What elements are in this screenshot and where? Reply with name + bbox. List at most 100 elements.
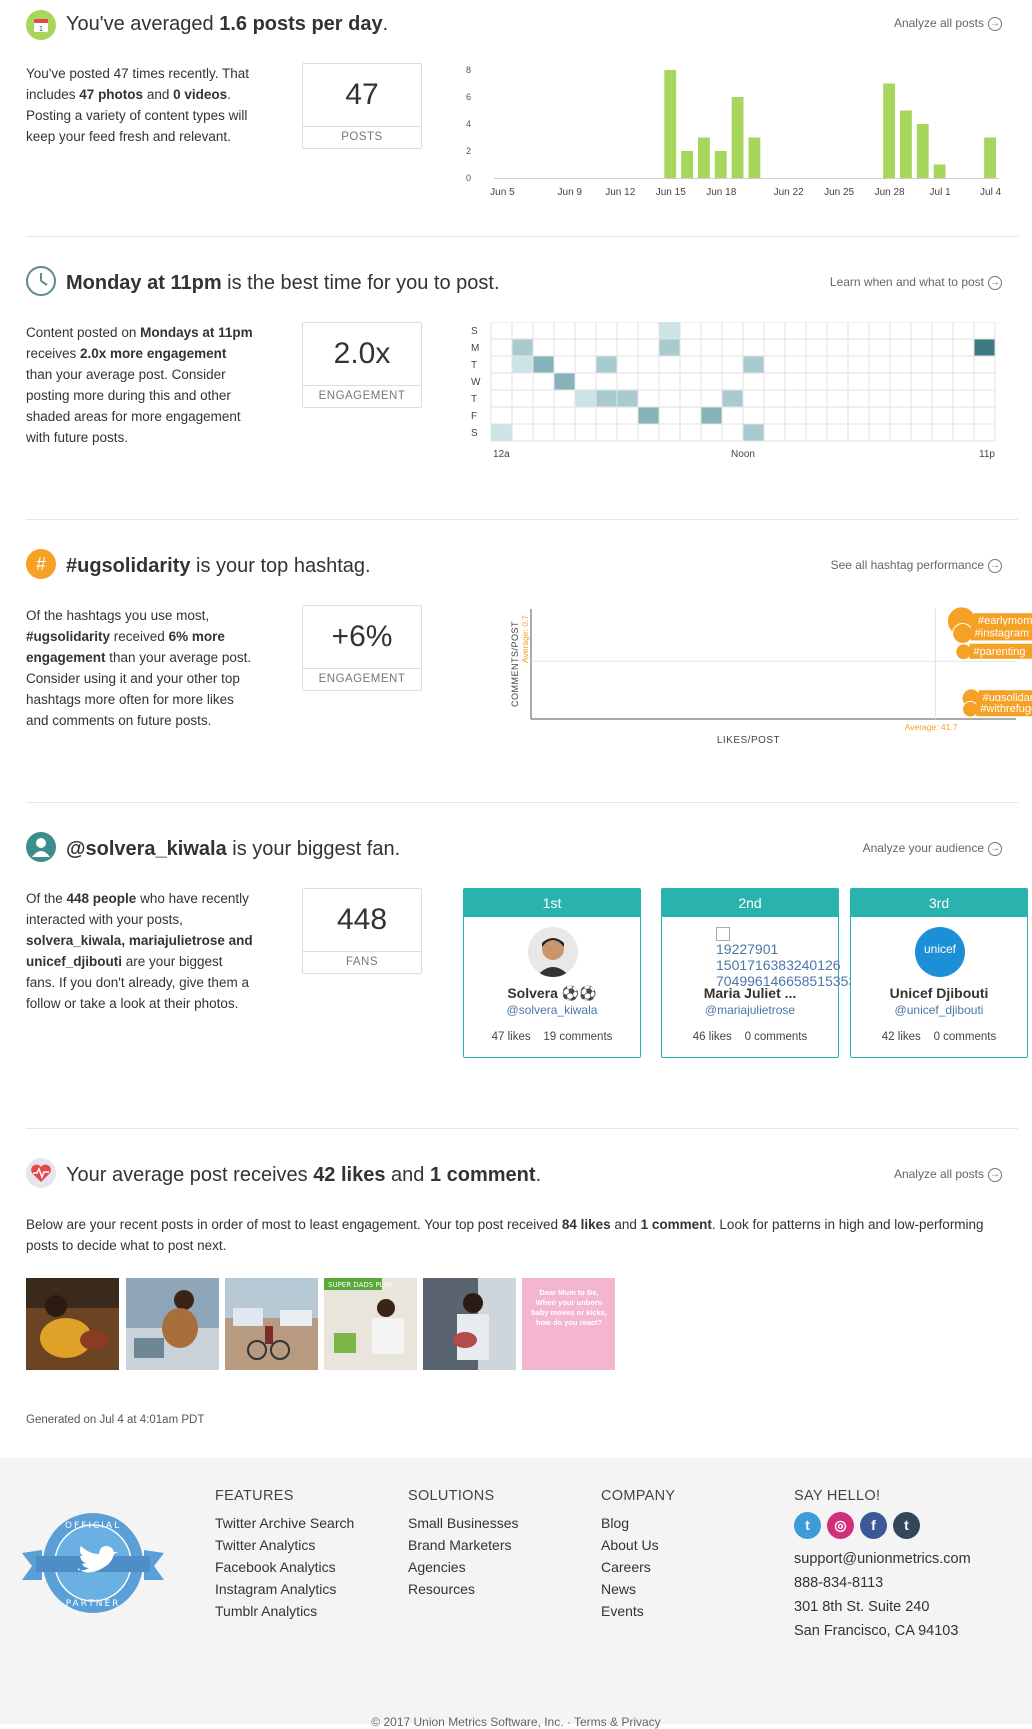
- heatmap-cell[interactable]: [847, 338, 870, 357]
- heatmap-cell[interactable]: [805, 389, 828, 408]
- footer-solutions-link-agencies[interactable]: Agencies: [408, 1556, 519, 1578]
- heatmap-cell[interactable]: [784, 423, 807, 442]
- heatmap-cell[interactable]: [553, 322, 576, 340]
- heatmap-cell[interactable]: [868, 406, 891, 425]
- hashtag-bubble[interactable]: [962, 700, 979, 718]
- heatmap-cell[interactable]: [574, 338, 597, 357]
- footer-company-link-blog[interactable]: Blog: [601, 1512, 675, 1534]
- heatmap-cell[interactable]: [931, 406, 954, 425]
- heatmap-cell[interactable]: [763, 355, 786, 374]
- heatmap-cell[interactable]: [595, 338, 618, 357]
- analyze-audience-link[interactable]: Analyze your audience →: [863, 841, 1002, 856]
- heatmap-cell[interactable]: [700, 389, 723, 408]
- instagram-icon[interactable]: ◎: [827, 1512, 854, 1539]
- heatmap-cell[interactable]: [910, 322, 933, 340]
- legal-text[interactable]: © 2017 Union Metrics Software, Inc. · Te…: [0, 1715, 1032, 1729]
- fan-handle[interactable]: @mariajulietrose: [662, 1003, 838, 1017]
- heatmap-cell[interactable]: [742, 423, 765, 442]
- heatmap-cell[interactable]: [889, 372, 912, 391]
- heatmap-cell[interactable]: [805, 322, 828, 340]
- heatmap-cell[interactable]: [805, 406, 828, 425]
- footer-features-link-twitter-analytics[interactable]: Twitter Analytics: [215, 1534, 354, 1556]
- heatmap-cell[interactable]: [637, 338, 660, 357]
- heatmap-cell[interactable]: [721, 355, 744, 374]
- heatmap-cell[interactable]: [847, 322, 870, 340]
- heatmap-cell[interactable]: [952, 322, 975, 340]
- heatmap-cell[interactable]: [931, 322, 954, 340]
- heatmap-cell[interactable]: [847, 423, 870, 442]
- post-thumbnail[interactable]: [423, 1278, 516, 1370]
- learn-when-link[interactable]: Learn when and what to post →: [830, 275, 1002, 290]
- heatmap-cell[interactable]: [910, 338, 933, 357]
- heatmap-cell[interactable]: [490, 355, 513, 374]
- fan-handle[interactable]: @unicef_djibouti: [851, 1003, 1027, 1017]
- heatmap-cell[interactable]: [679, 423, 702, 442]
- bar[interactable]: [933, 164, 946, 179]
- heatmap-cell[interactable]: [616, 406, 639, 425]
- heatmap-cell[interactable]: [763, 338, 786, 357]
- heatmap-cell[interactable]: [574, 322, 597, 340]
- post-thumbnail[interactable]: [126, 1278, 219, 1370]
- bar[interactable]: [748, 137, 761, 179]
- heatmap-cell[interactable]: [784, 355, 807, 374]
- heatmap-cell[interactable]: [847, 355, 870, 374]
- heatmap-cell[interactable]: [889, 406, 912, 425]
- heatmap-cell[interactable]: [490, 389, 513, 408]
- heatmap-cell[interactable]: [700, 406, 723, 425]
- analyze-all-posts-link[interactable]: Analyze all posts →: [894, 16, 1002, 31]
- heatmap-cell[interactable]: [952, 389, 975, 408]
- bar[interactable]: [984, 137, 996, 179]
- heatmap-cell[interactable]: [868, 338, 891, 357]
- bar[interactable]: [731, 97, 744, 178]
- heatmap-cell[interactable]: [931, 423, 954, 442]
- heatmap-cell[interactable]: [637, 423, 660, 442]
- heatmap-cell[interactable]: [847, 389, 870, 408]
- heatmap-cell[interactable]: [910, 406, 933, 425]
- see-all-hashtags-link[interactable]: See all hashtag performance →: [831, 558, 1002, 573]
- heatmap-cell[interactable]: [595, 322, 618, 340]
- heatmap-cell[interactable]: [553, 406, 576, 425]
- heatmap-cell[interactable]: [511, 322, 534, 340]
- heatmap-cell[interactable]: [616, 389, 639, 408]
- heatmap-cell[interactable]: [574, 423, 597, 442]
- heatmap-cell[interactable]: [805, 423, 828, 442]
- heatmap-cell[interactable]: [595, 423, 618, 442]
- heatmap-cell[interactable]: [826, 372, 849, 391]
- heatmap-cell[interactable]: [889, 389, 912, 408]
- heatmap-cell[interactable]: [511, 338, 534, 357]
- heatmap-cell[interactable]: [784, 338, 807, 357]
- heatmap-cell[interactable]: [721, 389, 744, 408]
- heatmap-cell[interactable]: [910, 355, 933, 374]
- heatmap-cell[interactable]: [658, 389, 681, 408]
- heatmap-cell[interactable]: [616, 355, 639, 374]
- heatmap-cell[interactable]: [973, 355, 996, 374]
- heatmap-cell[interactable]: [574, 355, 597, 374]
- heatmap-cell[interactable]: [532, 338, 555, 357]
- heatmap-cell[interactable]: [868, 389, 891, 408]
- heatmap-cell[interactable]: [637, 406, 660, 425]
- fan-card-3[interactable]: 3rd unicef Unicef Djibouti @unicef_djibo…: [850, 888, 1028, 1058]
- heatmap-cell[interactable]: [490, 338, 513, 357]
- heatmap-cell[interactable]: [511, 355, 534, 374]
- heatmap-cell[interactable]: [553, 355, 576, 374]
- heatmap-cell[interactable]: [742, 355, 765, 374]
- heatmap-cell[interactable]: [952, 355, 975, 374]
- heatmap-cell[interactable]: [763, 406, 786, 425]
- heatmap-cell[interactable]: [553, 372, 576, 391]
- heatmap-cell[interactable]: [742, 389, 765, 408]
- facebook-icon[interactable]: f: [860, 1512, 887, 1539]
- heatmap-cell[interactable]: [931, 338, 954, 357]
- heatmap-cell[interactable]: [490, 372, 513, 391]
- heatmap-cell[interactable]: [826, 406, 849, 425]
- heatmap-cell[interactable]: [511, 406, 534, 425]
- heatmap-cell[interactable]: [826, 322, 849, 340]
- heatmap-cell[interactable]: [784, 389, 807, 408]
- heatmap-cell[interactable]: [574, 406, 597, 425]
- heatmap-cell[interactable]: [889, 338, 912, 357]
- fan-handle[interactable]: @solvera_kiwala: [464, 1003, 640, 1017]
- heatmap-cell[interactable]: [700, 338, 723, 357]
- heatmap-cell[interactable]: [721, 423, 744, 442]
- heatmap-cell[interactable]: [616, 338, 639, 357]
- heatmap-cell[interactable]: [784, 372, 807, 391]
- heatmap-cell[interactable]: [637, 389, 660, 408]
